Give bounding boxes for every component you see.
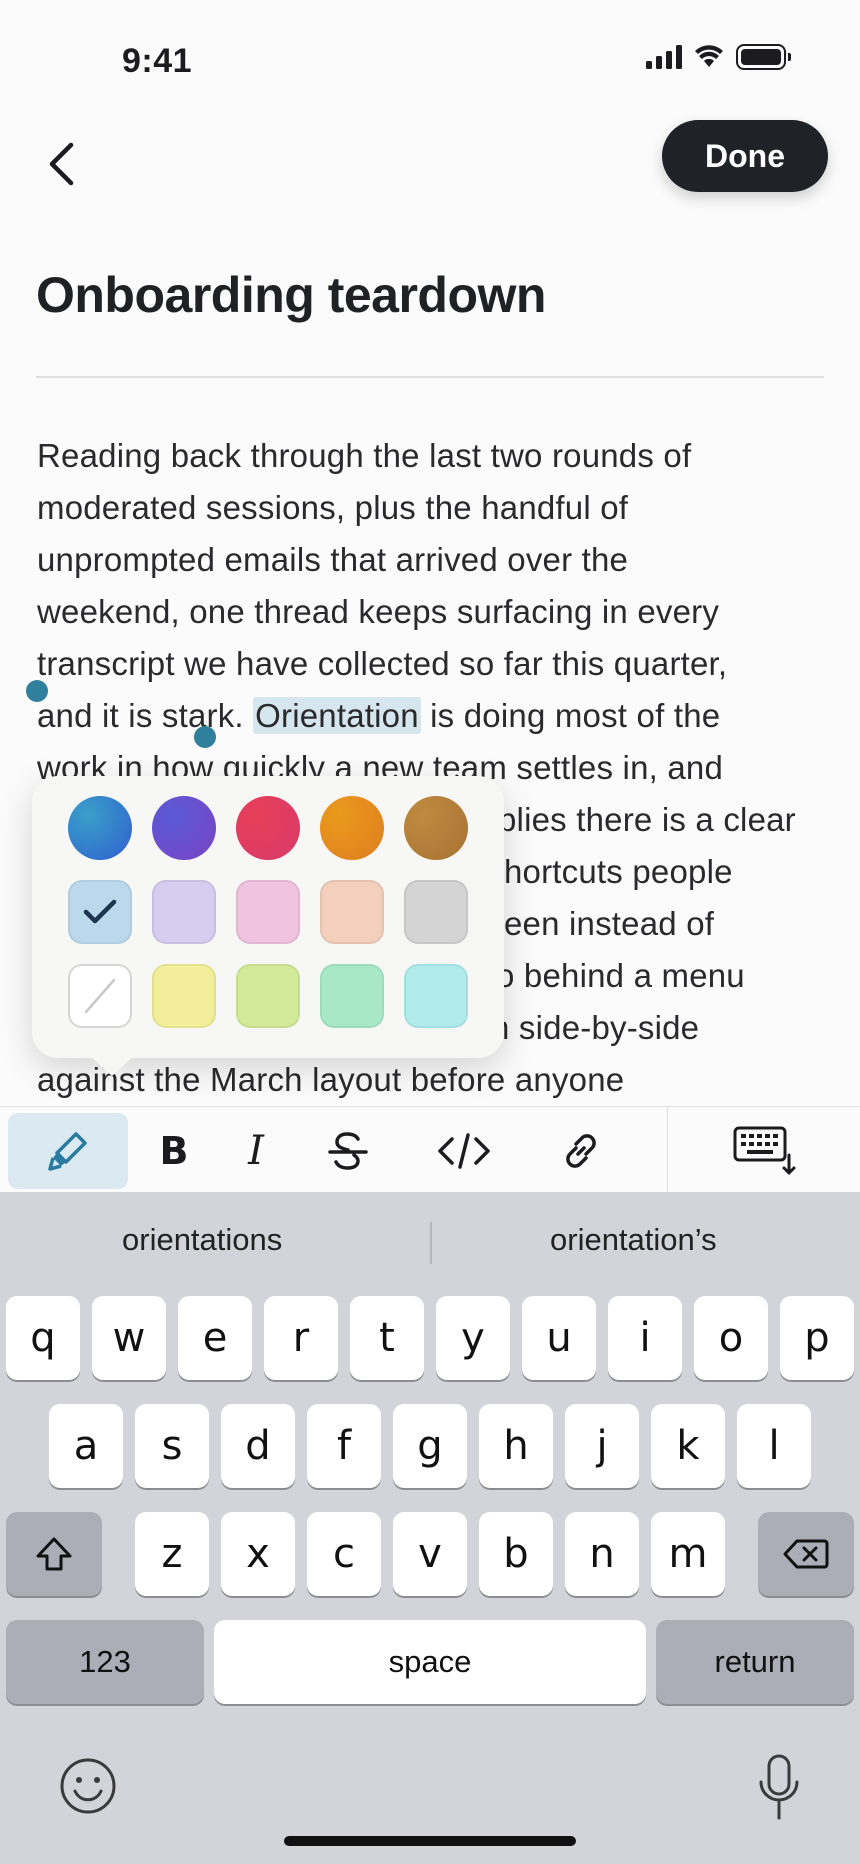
- title-divider: [36, 376, 824, 378]
- checkmark-icon: [83, 899, 117, 924]
- body-line: and it is stark. Orientation is doing mo…: [37, 690, 837, 742]
- status-icons: [646, 44, 791, 70]
- suggestion-2[interactable]: orientation’s: [550, 1222, 717, 1258]
- key-p[interactable]: p: [780, 1296, 854, 1380]
- body-line: Reading back through the last two rounds…: [37, 437, 692, 474]
- key-k[interactable]: k: [651, 1404, 725, 1488]
- link-button[interactable]: [552, 1113, 610, 1189]
- italic-button[interactable]: I: [230, 1113, 282, 1189]
- highlight-button[interactable]: [8, 1113, 128, 1189]
- keyboard-dismiss-icon: [733, 1126, 796, 1175]
- numbers-key[interactable]: 123: [6, 1620, 204, 1704]
- highlight-cyan-swatch[interactable]: [404, 964, 468, 1028]
- cellular-signal-icon: [646, 45, 682, 69]
- wifi-icon: [695, 45, 723, 67]
- highlighter-icon: [48, 1132, 87, 1171]
- chevron-left-icon: [49, 142, 74, 186]
- highlight-lavender-swatch[interactable]: [152, 880, 216, 944]
- key-j[interactable]: j: [565, 1404, 639, 1488]
- toolbar-separator: [667, 1107, 668, 1193]
- strikethrough-icon: [328, 1132, 368, 1170]
- bold-button[interactable]: B: [148, 1113, 200, 1189]
- highlight-peach-swatch[interactable]: [320, 880, 384, 944]
- no-color-slash-icon: [84, 978, 116, 1014]
- highlight-gray-swatch[interactable]: [404, 880, 468, 944]
- text-color-orange-swatch[interactable]: [320, 796, 384, 860]
- home-indicator: [284, 1836, 576, 1846]
- software-keyboard: orientations orientation’s q w e r t y u…: [0, 1192, 860, 1864]
- key-c[interactable]: c: [307, 1512, 381, 1596]
- key-a[interactable]: a: [49, 1404, 123, 1488]
- selected-text[interactable]: Orientation: [253, 697, 421, 734]
- shift-key[interactable]: [6, 1512, 102, 1596]
- body-line: weekend, one thread keeps surfacing in e…: [37, 593, 720, 630]
- status-time: 9:41: [122, 42, 193, 80]
- space-key[interactable]: space: [214, 1620, 646, 1704]
- key-i[interactable]: i: [608, 1296, 682, 1380]
- battery-icon: [736, 44, 791, 70]
- link-icon: [566, 1134, 596, 1168]
- code-icon: [438, 1133, 490, 1169]
- body-text-span: and it is stark.: [37, 697, 254, 734]
- text-color-red-swatch[interactable]: [236, 796, 300, 860]
- note-title[interactable]: Onboarding teardown: [36, 266, 546, 324]
- key-m[interactable]: m: [651, 1512, 725, 1596]
- key-g[interactable]: g: [393, 1404, 467, 1488]
- suggestion-separator: [430, 1222, 432, 1264]
- key-l[interactable]: l: [737, 1404, 811, 1488]
- body-text-span: is doing most of the: [420, 697, 721, 734]
- suggestion-1[interactable]: orientations: [122, 1222, 282, 1258]
- key-q[interactable]: q: [6, 1296, 80, 1380]
- return-key[interactable]: return: [656, 1620, 854, 1704]
- italic-icon: I: [248, 1128, 264, 1174]
- formatting-toolbar: B I: [0, 1106, 860, 1193]
- highlight-yellow-swatch[interactable]: [152, 964, 216, 1028]
- key-u[interactable]: u: [522, 1296, 596, 1380]
- highlight-mint-swatch[interactable]: [320, 964, 384, 1028]
- done-button[interactable]: Done: [662, 120, 828, 192]
- key-y[interactable]: y: [436, 1296, 510, 1380]
- selection-start-handle[interactable]: [26, 680, 48, 702]
- body-line: transcript we have collected so far this…: [37, 645, 728, 682]
- key-v[interactable]: v: [393, 1512, 467, 1596]
- key-t[interactable]: t: [350, 1296, 424, 1380]
- body-line: against the March layout before anyone: [37, 1061, 625, 1098]
- code-button[interactable]: [432, 1113, 496, 1189]
- bold-icon: B: [159, 1129, 189, 1173]
- highlight-lime-swatch[interactable]: [236, 964, 300, 1028]
- key-s[interactable]: s: [135, 1404, 209, 1488]
- key-d[interactable]: d: [221, 1404, 295, 1488]
- body-line: moderated sessions, plus the handful of: [37, 489, 629, 526]
- key-h[interactable]: h: [479, 1404, 553, 1488]
- highlight-blue-swatch[interactable]: [68, 880, 132, 944]
- key-o[interactable]: o: [694, 1296, 768, 1380]
- color-picker-popover: [32, 776, 504, 1076]
- highlight-pink-swatch[interactable]: [236, 880, 300, 944]
- selection-end-handle[interactable]: [194, 726, 216, 748]
- key-e[interactable]: e: [178, 1296, 252, 1380]
- highlight-none-swatch[interactable]: [68, 964, 132, 1028]
- text-color-brown-swatch[interactable]: [404, 796, 468, 860]
- back-button[interactable]: [38, 136, 84, 192]
- key-f[interactable]: f: [307, 1404, 381, 1488]
- text-color-purple-swatch[interactable]: [152, 796, 216, 860]
- emoji-icon: [60, 1758, 116, 1814]
- key-x[interactable]: x: [221, 1512, 295, 1596]
- key-n[interactable]: n: [565, 1512, 639, 1596]
- key-r[interactable]: r: [264, 1296, 338, 1380]
- shift-icon: [36, 1537, 72, 1571]
- body-line: unprompted emails that arrived over the: [37, 541, 629, 578]
- dictation-button[interactable]: [754, 1752, 804, 1824]
- strikethrough-button[interactable]: [320, 1113, 376, 1189]
- key-z[interactable]: z: [135, 1512, 209, 1596]
- backspace-icon: [783, 1539, 829, 1569]
- key-w[interactable]: w: [92, 1296, 166, 1380]
- microphone-icon: [759, 1754, 799, 1820]
- key-b[interactable]: b: [479, 1512, 553, 1596]
- dismiss-keyboard-button[interactable]: [728, 1113, 800, 1189]
- delete-key[interactable]: [758, 1512, 854, 1596]
- text-color-blue-swatch[interactable]: [68, 796, 132, 860]
- emoji-button[interactable]: [58, 1756, 118, 1816]
